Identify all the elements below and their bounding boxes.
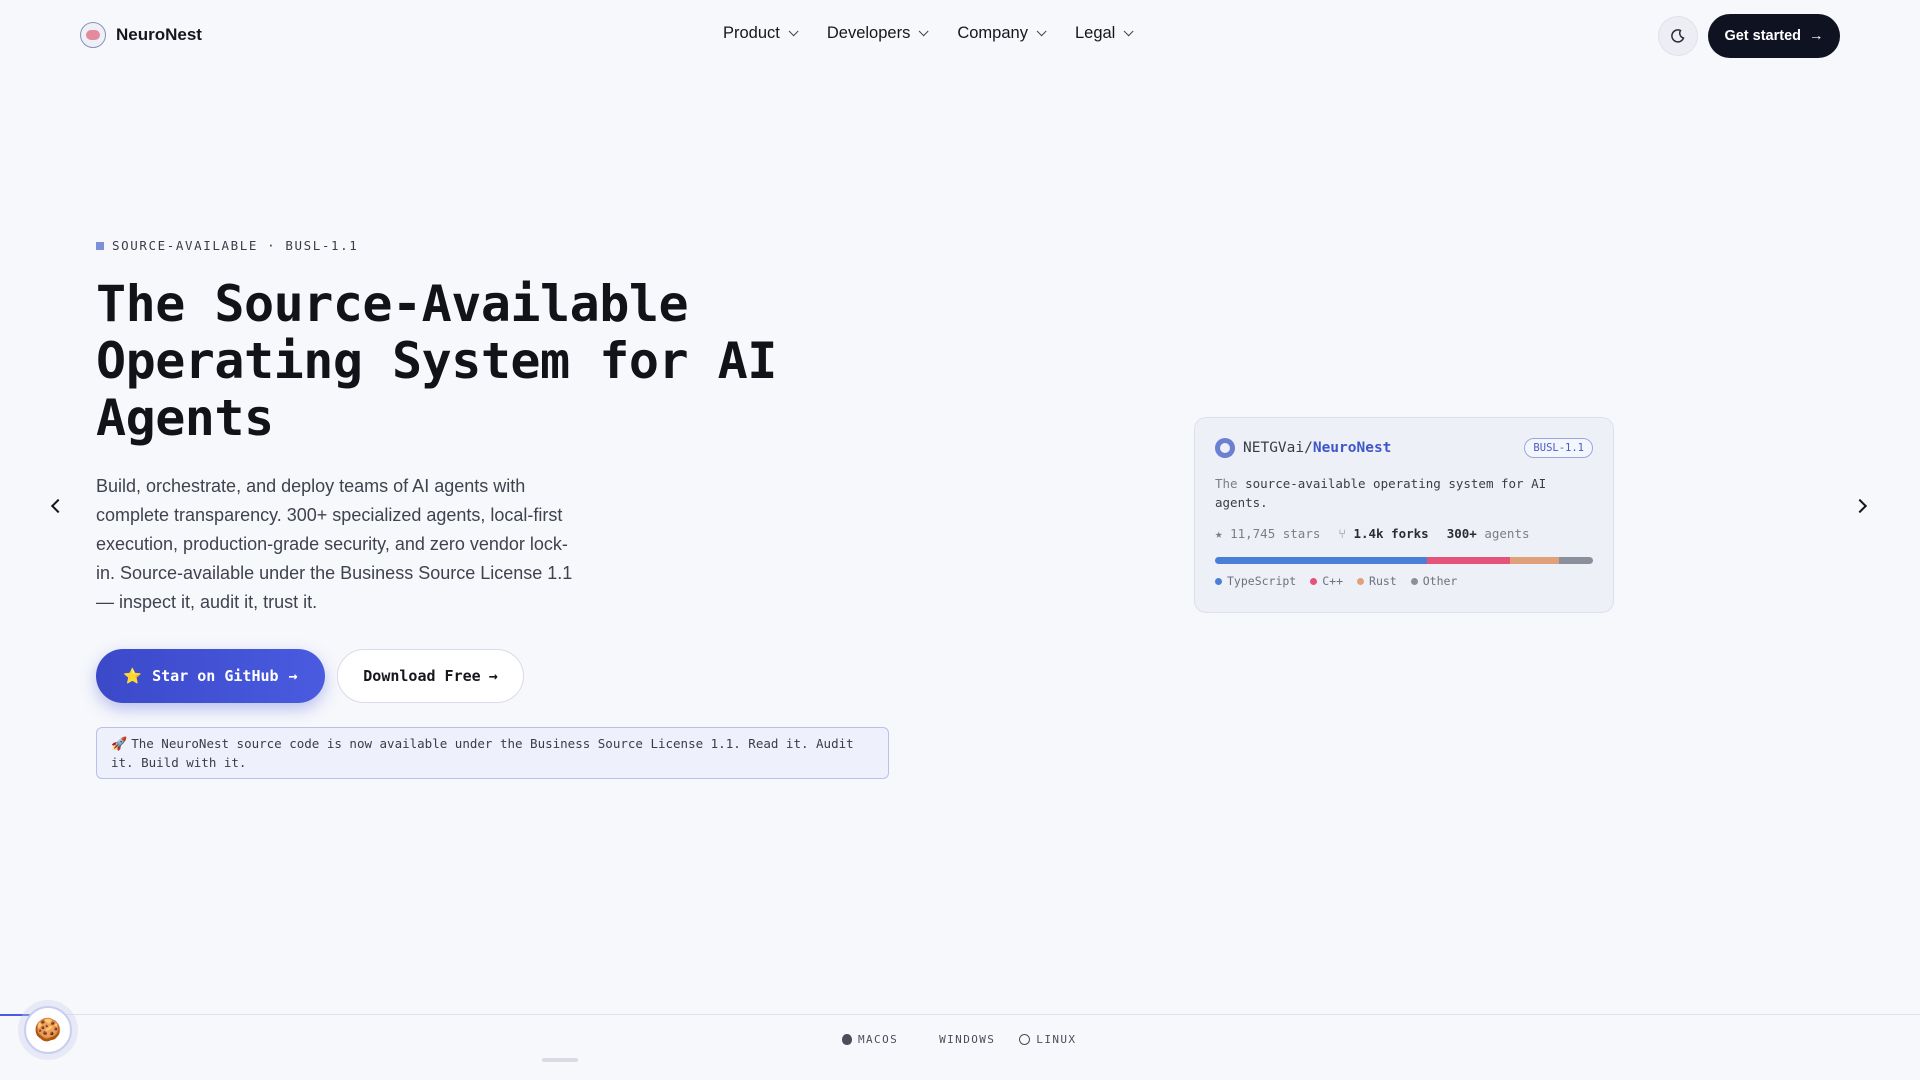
- moon-icon: [1671, 29, 1685, 43]
- announcement-text: The NeuroNest source code is now availab…: [111, 736, 854, 770]
- repo-title[interactable]: NETGVai/NeuroNest: [1215, 438, 1391, 458]
- platform-label: MACOS: [858, 1033, 899, 1046]
- cookie-consent-button[interactable]: 🍪: [24, 1006, 72, 1054]
- brand-name: NeuroNest: [116, 25, 202, 44]
- menu-label: Legal: [1074, 24, 1116, 42]
- rocket-icon: 🚀: [111, 737, 128, 752]
- agents-count: 300+: [1446, 526, 1477, 541]
- legend-dot-icon: [1357, 577, 1365, 585]
- language-segment: [1509, 557, 1559, 564]
- menu-item-company[interactable]: Company: [957, 24, 1047, 43]
- download-free-button[interactable]: Download Free →: [337, 649, 524, 703]
- platform-linux[interactable]: LINUX: [1019, 1033, 1076, 1046]
- hero-description: Build, orchestrate, and deploy teams of …: [96, 476, 573, 612]
- repo-name: NeuroNest: [1312, 440, 1392, 456]
- legend-dot-icon: [1310, 577, 1318, 585]
- get-started-label: Get started: [1724, 28, 1802, 44]
- language-segment: [1558, 557, 1593, 564]
- linux-icon: [1019, 1034, 1031, 1045]
- carousel-prev-button[interactable]: [44, 494, 68, 518]
- repo-description-prefix: The: [1215, 476, 1246, 491]
- download-button-label: Download Free: [363, 667, 481, 685]
- menu-label: Company: [957, 24, 1028, 42]
- chevron-down-icon: [1124, 26, 1134, 37]
- arrow-right-icon: →: [1809, 28, 1824, 44]
- forks-count: 1.4k: [1353, 526, 1384, 541]
- brand-logo[interactable]: NeuroNest: [80, 22, 202, 48]
- platform-label: LINUX: [1036, 1033, 1077, 1046]
- chevron-left-icon: [50, 498, 66, 514]
- repo-description: The source-available operating system fo…: [1215, 474, 1593, 512]
- repo-card[interactable]: NETGVai/NeuroNest BUSL-1.1 The source-av…: [1194, 417, 1614, 613]
- arrow-right-icon: →: [288, 667, 298, 685]
- cookie-icon: 🍪: [34, 1017, 62, 1042]
- legend-item: Other: [1410, 574, 1458, 588]
- eyebrow-text: SOURCE-AVAILABLE · BUSL-1.1: [112, 238, 359, 253]
- top-nav: NeuroNest Product Developers Company Leg…: [0, 0, 1920, 70]
- stars-stat: ★ 11,745 stars: [1215, 526, 1320, 541]
- theme-toggle-button[interactable]: [1658, 16, 1698, 56]
- forks-stat: ⑂ 1.4k forks: [1338, 526, 1428, 541]
- platform-label: WINDOWS: [939, 1033, 996, 1046]
- legend-label: Other: [1422, 574, 1458, 588]
- scroll-progress-indicator: [0, 1014, 30, 1016]
- agents-label: agents: [1484, 526, 1530, 541]
- forks-label: forks: [1391, 526, 1429, 541]
- language-segment: [1215, 557, 1427, 564]
- legend-label: Rust: [1369, 574, 1397, 588]
- star-icon: ⭐: [123, 667, 143, 685]
- repo-owner: NETGVai/: [1243, 440, 1313, 456]
- drawer-handle[interactable]: [542, 1058, 578, 1062]
- legend-dot-icon: [1215, 577, 1222, 585]
- license-badge: BUSL-1.1: [1524, 438, 1593, 458]
- stars-label: stars: [1282, 526, 1321, 541]
- github-icon: [1215, 438, 1235, 458]
- windows-icon: [922, 1034, 933, 1045]
- menu-label: Product: [723, 24, 780, 42]
- star-on-github-button[interactable]: ⭐ Star on GitHub →: [96, 649, 325, 703]
- chevron-down-icon: [1036, 26, 1047, 37]
- star-button-label: Star on GitHub: [152, 667, 279, 685]
- platform-macos[interactable]: MACOS: [842, 1033, 898, 1046]
- legend-item: TypeScript: [1215, 574, 1296, 588]
- repo-description-emphasis: source-available: [1245, 476, 1366, 491]
- fork-icon: ⑂: [1338, 526, 1346, 541]
- menu-item-legal[interactable]: Legal: [1074, 24, 1134, 43]
- hero-eyebrow: SOURCE-AVAILABLE · BUSL-1.1: [96, 238, 358, 253]
- legend-label: TypeScript: [1227, 574, 1297, 588]
- language-bar: [1215, 557, 1593, 564]
- square-bullet-icon: [96, 241, 104, 250]
- menu-label: Developers: [826, 24, 911, 42]
- chevron-down-icon: [788, 26, 799, 37]
- legend-item: Rust: [1357, 574, 1397, 588]
- brain-logo-icon: [80, 22, 106, 48]
- agents-stat: 300+ agents: [1447, 526, 1530, 541]
- platform-windows[interactable]: WINDOWS: [922, 1033, 995, 1046]
- stars-count: 11,745: [1230, 526, 1276, 541]
- carousel-next-button[interactable]: [1850, 494, 1874, 518]
- main-menu: Product Developers Company Legal: [723, 24, 1134, 43]
- language-segment: [1426, 557, 1510, 564]
- hero-title: The Source-Available Operating System fo…: [96, 275, 777, 447]
- platform-list: MACOS WINDOWS LINUX: [842, 1033, 1076, 1046]
- get-started-button[interactable]: Get started →: [1708, 14, 1840, 58]
- legend-label: C++: [1322, 574, 1344, 588]
- apple-icon: [842, 1034, 852, 1045]
- legend-dot-icon: [1410, 577, 1418, 585]
- menu-item-developers[interactable]: Developers: [826, 24, 929, 43]
- chevron-down-icon: [919, 26, 929, 37]
- repo-stats: ★ 11,745 stars ⑂ 1.4k forks 300+ agents: [1215, 526, 1593, 541]
- chevron-right-icon: [1852, 498, 1868, 514]
- bottom-bar: [0, 1014, 1920, 1080]
- announcement-banner: 🚀 The NeuroNest source code is now availa…: [96, 727, 889, 779]
- star-outline-icon: ★: [1215, 526, 1223, 541]
- menu-item-product[interactable]: Product: [723, 24, 799, 43]
- legend-item: C++: [1310, 574, 1343, 588]
- language-legend: TypeScript C++ Rust Other: [1215, 574, 1593, 588]
- arrow-right-icon: →: [488, 667, 498, 685]
- repo-card-header: NETGVai/NeuroNest BUSL-1.1: [1215, 438, 1593, 458]
